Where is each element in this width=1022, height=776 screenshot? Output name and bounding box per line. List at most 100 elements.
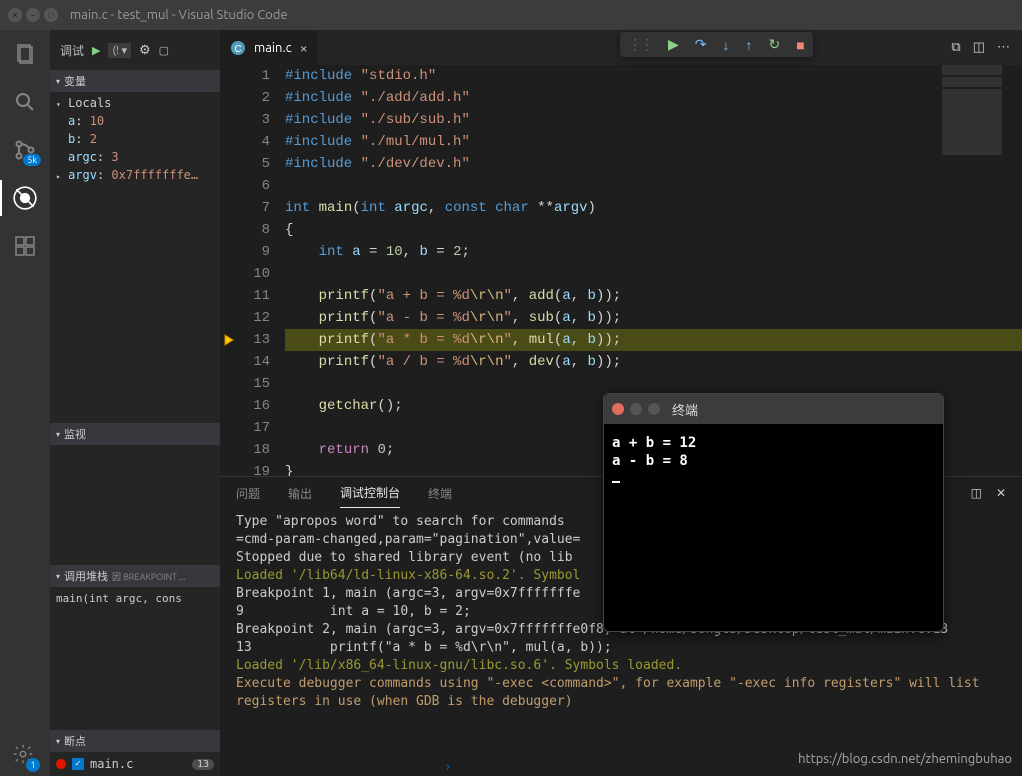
line-number[interactable]: 16: [240, 395, 270, 417]
glyph-margin[interactable]: [220, 417, 240, 439]
glyph-margin[interactable]: [220, 65, 240, 87]
line-number[interactable]: 5: [240, 153, 270, 175]
line-number[interactable]: 9: [240, 241, 270, 263]
panel-maximize-icon[interactable]: ◫: [971, 486, 982, 500]
code-line[interactable]: {: [285, 219, 1022, 241]
glyph-margin[interactable]: [220, 439, 240, 461]
tab-output[interactable]: 输出: [288, 479, 312, 508]
close-icon[interactable]: ✕: [8, 8, 22, 22]
extensions-icon[interactable]: [11, 232, 39, 260]
glyph-margin[interactable]: [220, 109, 240, 131]
glyph-margin[interactable]: [220, 395, 240, 417]
code-line[interactable]: #include "stdio.h": [285, 65, 1022, 87]
close-tab-icon[interactable]: ×: [300, 40, 308, 56]
term-min-icon[interactable]: [630, 403, 642, 415]
more-icon[interactable]: ⋯: [997, 40, 1010, 55]
code-line[interactable]: #include "./sub/sub.h": [285, 109, 1022, 131]
code-line[interactable]: #include "./mul/mul.h": [285, 131, 1022, 153]
grip-icon[interactable]: ⋮⋮: [628, 36, 652, 53]
maximize-icon[interactable]: □: [44, 8, 58, 22]
glyph-margin[interactable]: [220, 153, 240, 175]
line-number[interactable]: 15: [240, 373, 270, 395]
code-line[interactable]: [285, 263, 1022, 285]
glyph-margin[interactable]: [220, 219, 240, 241]
line-number[interactable]: 3: [240, 109, 270, 131]
term-close-icon[interactable]: [612, 403, 624, 415]
code-line[interactable]: printf("a - b = %d\r\n", sub(a, b));: [285, 307, 1022, 329]
var-row[interactable]: argc: 3: [50, 148, 220, 166]
breakpoint-item[interactable]: ✓ main.c 13: [50, 754, 220, 774]
line-number[interactable]: 1: [240, 65, 270, 87]
glyph-margin[interactable]: [220, 175, 240, 197]
line-number[interactable]: 14: [240, 351, 270, 373]
explorer-icon[interactable]: [11, 40, 39, 68]
line-number[interactable]: 12: [240, 307, 270, 329]
locals-group[interactable]: ▾ Locals: [50, 94, 220, 112]
glyph-margin[interactable]: [220, 307, 240, 329]
search-icon[interactable]: [11, 88, 39, 116]
panel-close-icon[interactable]: ✕: [996, 486, 1006, 500]
glyph-margin[interactable]: [220, 197, 240, 219]
line-number[interactable]: 8: [240, 219, 270, 241]
line-number[interactable]: 13: [240, 329, 270, 351]
term-max-icon[interactable]: [648, 403, 660, 415]
tab-main-c[interactable]: C main.c ×: [220, 30, 319, 65]
code-line[interactable]: #include "./dev/dev.h": [285, 153, 1022, 175]
debug-console-toggle-icon[interactable]: ▢: [159, 44, 169, 57]
settings-icon[interactable]: 1: [12, 743, 34, 768]
glyph-margin[interactable]: [220, 241, 240, 263]
step-into-icon[interactable]: ↓: [723, 37, 730, 53]
restart-icon[interactable]: ↻: [769, 36, 781, 53]
line-number[interactable]: 7: [240, 197, 270, 219]
compare-icon[interactable]: ⧉: [951, 40, 960, 55]
terminal-body[interactable]: a + b = 12 a - b = 8: [604, 424, 943, 631]
code-line[interactable]: #include "./add/add.h": [285, 87, 1022, 109]
line-number[interactable]: 18: [240, 439, 270, 461]
stack-frame[interactable]: main(int argc, cons: [50, 589, 220, 608]
checkbox-icon[interactable]: ✓: [72, 758, 84, 770]
glyph-margin[interactable]: [220, 351, 240, 373]
line-number[interactable]: 17: [240, 417, 270, 439]
source-control-icon[interactable]: 5k: [11, 136, 39, 164]
code-line[interactable]: printf("a + b = %d\r\n", add(a, b));: [285, 285, 1022, 307]
glyph-margin[interactable]: [220, 329, 240, 351]
glyph-margin[interactable]: [220, 373, 240, 395]
debug-config-select[interactable]: (! ▾: [108, 43, 131, 58]
glyph-margin[interactable]: [220, 263, 240, 285]
tab-terminal[interactable]: 终端: [428, 479, 452, 508]
terminal-titlebar[interactable]: 终端: [604, 394, 943, 424]
debug-toolbar[interactable]: ⋮⋮ ▶ ↷ ↓ ↑ ↻ ■: [620, 32, 813, 57]
debug-icon[interactable]: [11, 184, 39, 212]
tab-debug-console[interactable]: 调试控制台: [340, 478, 400, 508]
start-debug-icon[interactable]: ▶: [92, 44, 100, 57]
var-row[interactable]: b: 2: [50, 130, 220, 148]
code-line[interactable]: int main(int argc, const char **argv): [285, 197, 1022, 219]
code-line[interactable]: int a = 10, b = 2;: [285, 241, 1022, 263]
watch-section[interactable]: ▾监视: [50, 423, 220, 445]
line-number[interactable]: 6: [240, 175, 270, 197]
line-number[interactable]: 2: [240, 87, 270, 109]
var-row[interactable]: ▸ argv: 0x7fffffffe…: [50, 166, 220, 184]
code-line[interactable]: printf("a / b = %d\r\n", dev(a, b));: [285, 351, 1022, 373]
tab-problems[interactable]: 问题: [236, 479, 260, 508]
code-line[interactable]: printf("a * b = %d\r\n", mul(a, b));: [285, 329, 1022, 351]
line-number[interactable]: 11: [240, 285, 270, 307]
code-line[interactable]: [285, 175, 1022, 197]
terminal-window[interactable]: 终端 a + b = 12 a - b = 8: [603, 393, 944, 632]
minimap[interactable]: [942, 65, 1002, 185]
step-over-icon[interactable]: ↷: [695, 36, 707, 53]
continue-icon[interactable]: ▶: [668, 36, 679, 53]
step-out-icon[interactable]: ↑: [746, 37, 753, 53]
line-number[interactable]: 19: [240, 461, 270, 476]
stop-icon[interactable]: ■: [796, 37, 804, 53]
split-editor-icon[interactable]: ◫: [973, 40, 985, 55]
line-number[interactable]: 4: [240, 131, 270, 153]
var-row[interactable]: a: 10: [50, 112, 220, 130]
callstack-section[interactable]: ▾调用堆栈 因 BREAKPOINT ...: [50, 565, 220, 587]
code-line[interactable]: [285, 373, 1022, 395]
glyph-margin[interactable]: [220, 285, 240, 307]
glyph-margin[interactable]: [220, 461, 240, 476]
minimize-icon[interactable]: –: [26, 8, 40, 22]
line-number[interactable]: 10: [240, 263, 270, 285]
gear-icon[interactable]: ⚙: [139, 43, 151, 58]
